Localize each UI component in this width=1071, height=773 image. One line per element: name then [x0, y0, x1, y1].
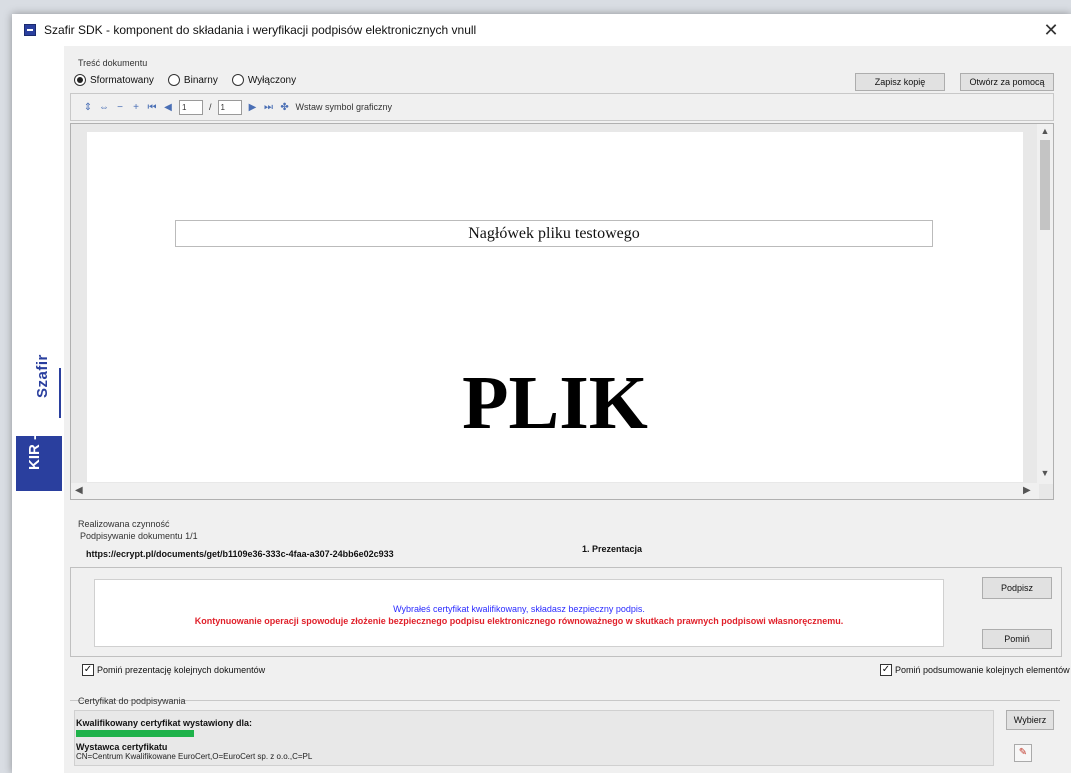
vertical-scrollbar[interactable]: ▲ ▼ — [1037, 124, 1053, 484]
app-window: Szafir SDK - komponent do składania i we… — [12, 14, 1071, 773]
viewer-toolbar: ⇕ ⇔ − + ⏮ ◀ 1 / 1 ▶ ⏭ ✤ Wstaw symbol gra… — [70, 93, 1054, 121]
scroll-up-icon[interactable]: ▲ — [1037, 126, 1053, 136]
radio-formatted-label: Sformatowany — [90, 74, 154, 86]
skip-presentation-option[interactable]: ✓ Pomiń prezentację kolejnych dokumentów — [82, 664, 265, 676]
close-button[interactable]: ✕ — [1031, 14, 1071, 46]
activity-group-label: Realizowana czynność — [78, 519, 170, 529]
last-page-icon[interactable]: ⏭ — [264, 102, 274, 113]
sign-info-text: Wybrałeś certyfikat kwalifikowany, skład… — [393, 604, 645, 614]
radio-formatted-circle[interactable] — [74, 74, 86, 86]
skip-summary-checkbox[interactable]: ✓ — [880, 664, 892, 676]
certificate-title: Kwalifikowany certyfikat wystawiony dla: — [76, 718, 253, 728]
skip-button[interactable]: Pomiń — [982, 629, 1052, 649]
step-label: 1. Prezentacja — [582, 544, 643, 554]
document-viewer[interactable]: Nagłówek pliku testowego PLIK ▲ ▼ ◀ ▶ — [70, 123, 1054, 500]
window-title: Szafir SDK - komponent do składania i we… — [44, 23, 477, 37]
document-group-label: Treść dokumentu — [78, 58, 148, 68]
issuer-value: CN=Centrum Kwalifikowane EuroCert,O=Euro… — [76, 752, 313, 761]
certificate-group-label: Certyfikat do podpisywania — [78, 696, 186, 706]
radio-binary-label: Binarny — [183, 74, 218, 86]
first-page-icon[interactable]: ⏮ — [147, 102, 157, 113]
skip-presentation-label: Pomiń prezentację kolejnych dokumentów — [97, 665, 266, 675]
brand-strip: Szafir KIR - — [12, 46, 64, 773]
title-bar: Szafir SDK - komponent do składania i we… — [12, 14, 1071, 46]
next-page-icon[interactable]: ▶ — [248, 102, 258, 113]
prev-page-icon[interactable]: ◀ — [163, 102, 173, 113]
radio-disabled[interactable]: Wyłączony — [231, 74, 297, 86]
horizontal-scrollbar[interactable]: ◀ ▶ — [71, 483, 1039, 499]
certificate-details-icon[interactable]: ✎ — [1014, 744, 1032, 762]
brand-divider — [59, 368, 61, 418]
document-page: Nagłówek pliku testowego PLIK — [87, 132, 1023, 482]
page-separator: / — [209, 102, 212, 112]
main-content: Treść dokumentu Sformatowany Binarny Wył… — [64, 46, 1071, 773]
document-body-text: PLIK — [462, 361, 648, 445]
brand-kir-logo: KIR - — [26, 434, 43, 470]
skip-summary-label: Pomiń podsumowanie kolejnych elementów — [895, 665, 1070, 675]
choose-certificate-button[interactable]: Wybierz — [1006, 710, 1054, 730]
brand-szafir-logo: Szafir — [34, 354, 51, 398]
insert-symbol-icon[interactable]: ✤ — [280, 102, 290, 113]
fit-width-icon[interactable]: ⇔ — [99, 102, 109, 113]
radio-binary[interactable]: Binarny — [167, 74, 218, 86]
fit-height-icon[interactable]: ⇕ — [83, 102, 93, 113]
sign-button[interactable]: Podpisz — [982, 577, 1052, 599]
zoom-out-icon[interactable]: − — [115, 102, 125, 113]
vertical-scroll-thumb[interactable] — [1040, 140, 1050, 230]
app-icon — [24, 24, 36, 36]
page-number-input[interactable]: 1 — [179, 99, 203, 115]
radio-formatted[interactable]: Sformatowany — [74, 74, 154, 86]
document-header: Nagłówek pliku testowego — [175, 220, 933, 247]
scroll-right-icon[interactable]: ▶ — [1023, 485, 1031, 496]
insert-symbol-button[interactable]: Wstaw symbol graficzny — [296, 102, 393, 112]
zoom-in-icon[interactable]: + — [131, 102, 141, 113]
skip-summary-option[interactable]: ✓ Pomiń podsumowanie kolejnych elementów — [880, 664, 1070, 676]
radio-disabled-circle[interactable] — [231, 74, 244, 86]
document-mode-group: Sformatowany Binarny Wyłączony — [74, 74, 296, 86]
scroll-down-icon[interactable]: ▼ — [1037, 468, 1053, 478]
save-copy-button[interactable]: Zapisz kopię — [855, 73, 945, 91]
sign-warning-text: Kontynuowanie operacji spowoduje złożeni… — [194, 616, 844, 626]
skip-presentation-checkbox[interactable]: ✓ — [82, 664, 94, 676]
document-url: https://ecrypt.pl/documents/get/b1109e36… — [86, 549, 394, 559]
scroll-left-icon[interactable]: ◀ — [75, 485, 83, 496]
page-total-field: 1 — [217, 99, 242, 115]
radio-binary-circle[interactable] — [167, 74, 180, 86]
open-with-button[interactable]: Otwórz za pomocą — [960, 73, 1054, 91]
radio-disabled-label: Wyłączony — [247, 74, 297, 86]
brand-kir-text: KIR — [26, 444, 43, 470]
issuer-title: Wystawca certyfikatu — [76, 742, 168, 752]
activity-progress: Podpisywanie dokumentu 1/1 — [80, 531, 198, 541]
certificate-subject-redacted — [76, 730, 194, 737]
sign-message-box: Wybrałeś certyfikat kwalifikowany, skład… — [94, 579, 944, 647]
